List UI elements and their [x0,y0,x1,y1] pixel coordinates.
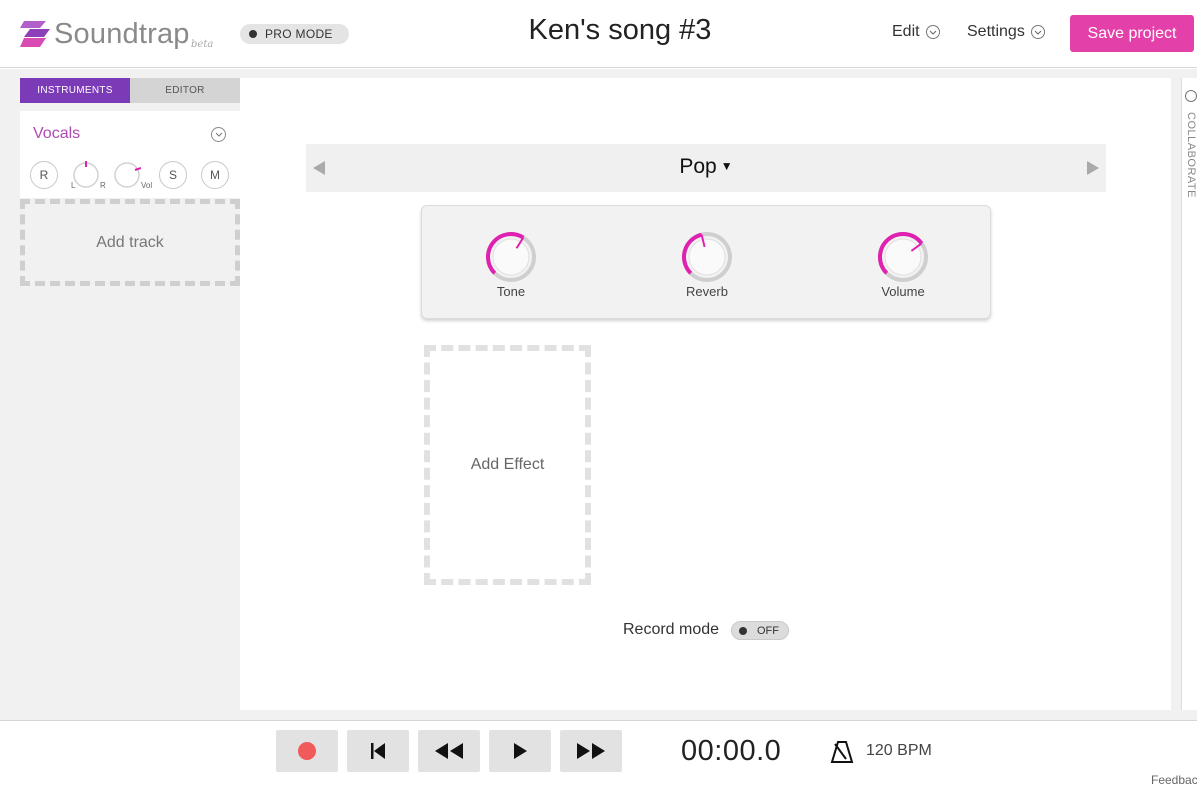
top-header: Soundtrap beta PRO MODE Ken's song #3 Ed… [0,0,1197,68]
add-track-button[interactable]: Add track [20,199,240,286]
collaborate-panel-tab[interactable]: COLLABORATE [1181,78,1197,710]
pro-mode-toggle[interactable]: PRO MODE [240,24,349,44]
reverb-label: Reverb [686,284,728,299]
preset-name-label: Pop [679,155,717,178]
solo-button[interactable]: S [159,161,187,189]
track-options-icon[interactable] [211,127,226,142]
edit-menu-label: Edit [892,23,920,40]
pan-knob[interactable] [72,160,100,188]
record-mode-state: OFF [757,624,779,637]
pan-left-label: L [71,181,76,190]
edit-menu[interactable]: Edit [892,23,940,41]
record-mode-label: Record mode [623,621,720,638]
reverb-knob[interactable] [680,230,734,284]
collaborate-label: COLLABORATE [1185,112,1197,198]
feedback-link[interactable]: Feedback [1151,773,1197,787]
transport-bar: 00:00.0 120 BPM Feedback [0,720,1197,791]
panel-tabs: INSTRUMENTS EDITOR [20,78,240,103]
tab-editor[interactable]: EDITOR [130,78,240,103]
instrument-view: Pop ▼ Tone Reverb Volume Add Effect Recor… [240,78,1171,710]
caret-down-icon: ▼ [720,159,733,173]
record-icon [298,742,316,760]
pan-right-label: R [100,181,106,190]
preset-name[interactable]: Pop ▼ [306,155,1106,179]
fast-forward-button[interactable] [560,730,622,772]
tab-instruments[interactable]: INSTRUMENTS [20,78,130,103]
settings-menu[interactable]: Settings [967,23,1045,41]
next-preset-icon[interactable] [1086,160,1100,176]
pro-mode-label: PRO MODE [265,27,333,41]
volume-effect-label: Volume [881,284,925,299]
save-project-button[interactable]: Save project [1070,15,1194,52]
play-button[interactable] [489,730,551,772]
metronome-icon[interactable] [830,740,854,764]
effect-controls: Tone Reverb Volume [421,205,991,319]
tone-knob[interactable] [484,230,538,284]
track-vocals[interactable]: Vocals R L R Vol S M [20,111,240,198]
song-title[interactable]: Ken's song #3 [420,14,820,47]
volume-label: Vol [141,181,153,190]
time-display: 00:00.0 [681,735,782,767]
mute-button[interactable]: M [201,161,229,189]
tone-label: Tone [496,284,526,299]
add-effect-button[interactable]: Add Effect [424,345,591,585]
fast-forward-icon [577,743,605,759]
settings-menu-label: Settings [967,23,1025,40]
record-arm-button[interactable]: R [30,161,58,189]
skip-to-start-button[interactable] [347,730,409,772]
toggle-dot-icon [739,627,747,635]
logo-beta: beta [191,39,214,50]
record-mode-toggle[interactable]: OFF [731,621,789,640]
preset-selector: Pop ▼ [306,144,1106,192]
chevron-down-icon [925,25,940,39]
skip-to-start-icon [371,743,385,759]
soundtrap-logo-icon [20,21,50,47]
track-panel: INSTRUMENTS EDITOR Vocals R L R Vol S M … [0,69,240,720]
volume-knob[interactable] [113,160,141,188]
soundtrap-logo[interactable]: Soundtrap beta [20,17,220,53]
record-button[interactable] [276,730,338,772]
rewind-button[interactable] [418,730,480,772]
track-name[interactable]: Vocals [33,125,80,143]
toggle-dot-icon [249,30,257,38]
logo-text: Soundtrap [54,18,190,50]
volume-effect-knob[interactable] [876,230,930,284]
collaborate-icon [1185,90,1197,102]
tempo-display[interactable]: 120 BPM [866,742,932,760]
chevron-down-icon [1030,25,1045,39]
rewind-icon [435,743,463,759]
play-icon [514,743,527,759]
